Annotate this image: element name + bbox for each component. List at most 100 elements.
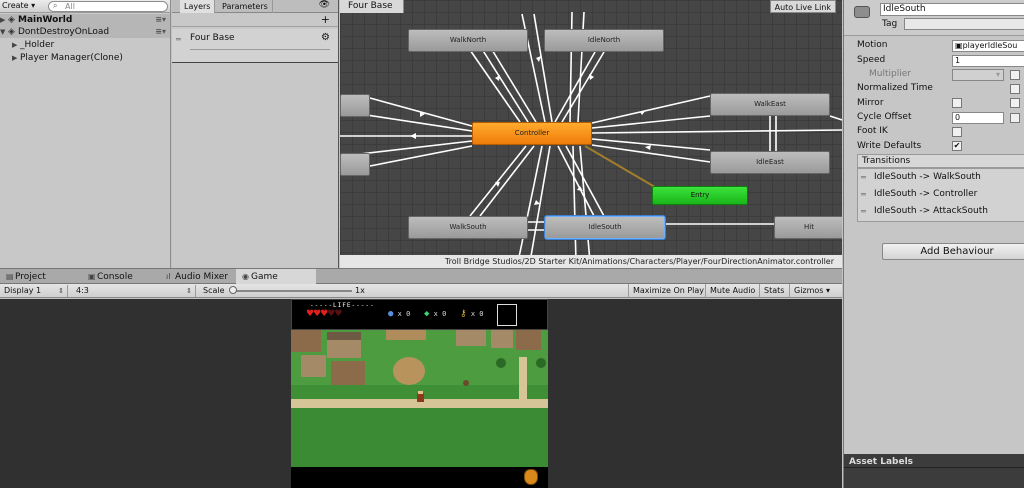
eye-icon[interactable]: 👁 [319, 0, 330, 10]
transition-item[interactable]: ═ IdleSouth -> Controller [858, 186, 1024, 203]
game-view[interactable]: -----LIFE----- ♥♥♥♥♥ ● x 0 ◆ x 0 ⚷ x 0 [0, 299, 842, 488]
state-walkeast[interactable]: WalkEast [710, 93, 830, 116]
hierarchy-row-label: Player Manager(Clone) [20, 53, 123, 63]
scale-label: Scale [203, 286, 225, 295]
layer-item-four-base[interactable]: ═ Four Base ⚙ [172, 29, 338, 63]
normalized-time-label: Normalized Time [857, 83, 933, 93]
cycle-offset-field[interactable]: 0 [952, 112, 1004, 124]
heart-empty-icon: ♥ [334, 309, 342, 319]
tab-label: Game [251, 272, 278, 282]
multiplier-label: Multiplier [869, 69, 911, 79]
add-behaviour-button[interactable]: Add Behaviour [882, 243, 1024, 260]
gem-count: x 0 [433, 310, 447, 318]
mixer-icon: ıl [166, 272, 171, 281]
state-idlesouth[interactable]: IdleSouth [545, 216, 665, 239]
state-idlenorth[interactable]: IdleNorth [544, 29, 664, 52]
auto-live-link-button[interactable]: Auto Live Link [769, 0, 836, 13]
animator-state-icon [854, 6, 870, 18]
tab-label: Audio Mixer [175, 272, 228, 282]
motion-field[interactable]: ▣playerIdleSou [952, 40, 1024, 52]
tab-project[interactable]: ▤Project [0, 269, 52, 284]
state-offscreen-left-lower[interactable] [340, 153, 370, 176]
transition-item[interactable]: ═ IdleSouth -> AttackSouth [858, 203, 1024, 220]
expand-arrow-icon[interactable]: ▶ [12, 39, 20, 51]
expand-arrow-icon[interactable]: ▶ [0, 14, 8, 26]
add-layer-button[interactable]: + [321, 13, 330, 26]
unity-scene-icon: ◈ [8, 27, 15, 37]
stats-toggle[interactable]: Stats [759, 284, 788, 298]
scene-menu-icon[interactable]: ≡▾ [155, 26, 166, 38]
console-icon: ▣ [88, 272, 96, 281]
maximize-on-play-toggle[interactable]: Maximize On Play [628, 284, 708, 298]
multiplier-parameter-checkbox[interactable] [1010, 70, 1020, 80]
tab-console[interactable]: ▣Console [82, 269, 139, 284]
transition-item[interactable]: ═ IdleSouth -> WalkSouth [858, 169, 1024, 186]
scale-slider-knob[interactable] [229, 286, 237, 294]
key-count: x 0 [470, 310, 484, 318]
animator-graph[interactable]: Four Base Auto Live Link WalkNorth IdleN… [340, 0, 842, 268]
controller-asset-path: Troll Bridge Studios/2D Starter Kit/Anim… [340, 255, 842, 268]
transitions-list: ═ IdleSouth -> WalkSouth ═ IdleSouth -> Co… [857, 168, 1024, 222]
normalized-time-parameter-checkbox[interactable] [1010, 84, 1020, 94]
tab-parameters[interactable]: Parameters [218, 0, 273, 13]
state-entry[interactable]: Entry [652, 186, 748, 205]
tab-game[interactable]: ◉ Game [236, 269, 316, 284]
dropdown-arrow-icon: ⇕ [58, 287, 64, 295]
checkmark-icon: ✔ [953, 141, 961, 150]
mirror-checkbox[interactable] [952, 98, 962, 108]
scale-slider-track[interactable] [232, 290, 352, 292]
tab-label: Console [97, 272, 133, 282]
cycle-offset-label: Cycle Offset [857, 112, 912, 122]
hierarchy-item-player-manager[interactable]: ▶ Player Manager(Clone) [0, 52, 170, 64]
hierarchy-item-holder[interactable]: ▶ _Holder [0, 39, 170, 51]
game-screen[interactable]: -----LIFE----- ♥♥♥♥♥ ● x 0 ◆ x 0 ⚷ x 0 [291, 299, 548, 488]
gear-icon[interactable]: ⚙ [321, 32, 330, 43]
gizmos-dropdown[interactable]: Gizmos ▾ [789, 284, 834, 298]
state-name-field[interactable]: IdleSouth [880, 3, 1024, 16]
drag-handle-icon[interactable]: ═ [176, 35, 181, 44]
bomb-icon: ● [388, 309, 394, 319]
mirror-parameter-checkbox[interactable] [1010, 98, 1020, 108]
tab-audio-mixer[interactable]: ıl Audio Mixer [160, 269, 234, 284]
write-defaults-checkbox[interactable]: ✔ [952, 141, 962, 151]
key-icon: ⚷ [460, 309, 467, 319]
item-slot [497, 304, 517, 326]
multiplier-dropdown: ▾ [952, 69, 1004, 81]
transition-label: IdleSouth -> AttackSouth [874, 206, 988, 216]
drag-handle-icon[interactable]: ═ [861, 203, 866, 220]
display-dropdown[interactable]: Display 1 ⇕ [0, 285, 68, 297]
state-walksouth[interactable]: WalkSouth [408, 216, 528, 239]
collapse-arrow-icon[interactable]: ▼ [0, 26, 8, 38]
tag-label: Tag [882, 19, 898, 29]
animator-layers-panel: Layers Parameters 👁 + ═ Four Base ⚙ [172, 0, 339, 268]
cycle-offset-parameter-checkbox[interactable] [1010, 113, 1020, 123]
hierarchy-scene-mainworld[interactable]: ▶ ◈ MainWorld ≡▾ [0, 14, 170, 26]
state-hit[interactable]: Hit [774, 216, 842, 239]
hierarchy-search-input[interactable]: ⌕ All [48, 1, 168, 12]
state-controller[interactable]: Controller [472, 122, 592, 145]
scene-menu-icon[interactable]: ≡▾ [155, 14, 166, 26]
tab-layers[interactable]: Layers [180, 0, 216, 13]
state-offscreen-left-upper[interactable] [340, 94, 370, 117]
foot-ik-checkbox[interactable] [952, 127, 962, 137]
hierarchy-row-label: DontDestroyOnLoad [18, 27, 110, 37]
transition-label: IdleSouth -> WalkSouth [874, 172, 981, 182]
asset-labels-section[interactable]: Asset Labels [844, 454, 1024, 488]
drag-handle-icon[interactable]: ═ [861, 186, 866, 203]
inspector-header: IdleSouth Tag [844, 0, 1024, 36]
folder-icon: ▤ [6, 272, 14, 281]
tag-field[interactable] [904, 18, 1024, 30]
state-idleeast[interactable]: IdleEast [710, 151, 830, 174]
aspect-dropdown[interactable]: 4:3 ⇕ [72, 285, 196, 297]
layer-breadcrumb[interactable]: Four Base [340, 0, 404, 13]
create-dropdown[interactable]: Create ▾ [2, 1, 35, 10]
expand-arrow-icon[interactable]: ▶ [12, 52, 20, 64]
drag-handle-icon[interactable]: ═ [861, 169, 866, 186]
game-hud: -----LIFE----- ♥♥♥♥♥ ● x 0 ◆ x 0 ⚷ x 0 [291, 299, 548, 330]
create-label: Create [2, 1, 29, 10]
hierarchy-scene-dontdestroyonload[interactable]: ▼ ◈ DontDestroyOnLoad ≡▾ [0, 26, 170, 38]
speed-field[interactable]: 1 [952, 55, 1024, 67]
state-walknorth[interactable]: WalkNorth [408, 29, 528, 52]
mute-audio-toggle[interactable]: Mute Audio [705, 284, 759, 298]
dropdown-arrow-icon: ⇕ [186, 287, 192, 295]
